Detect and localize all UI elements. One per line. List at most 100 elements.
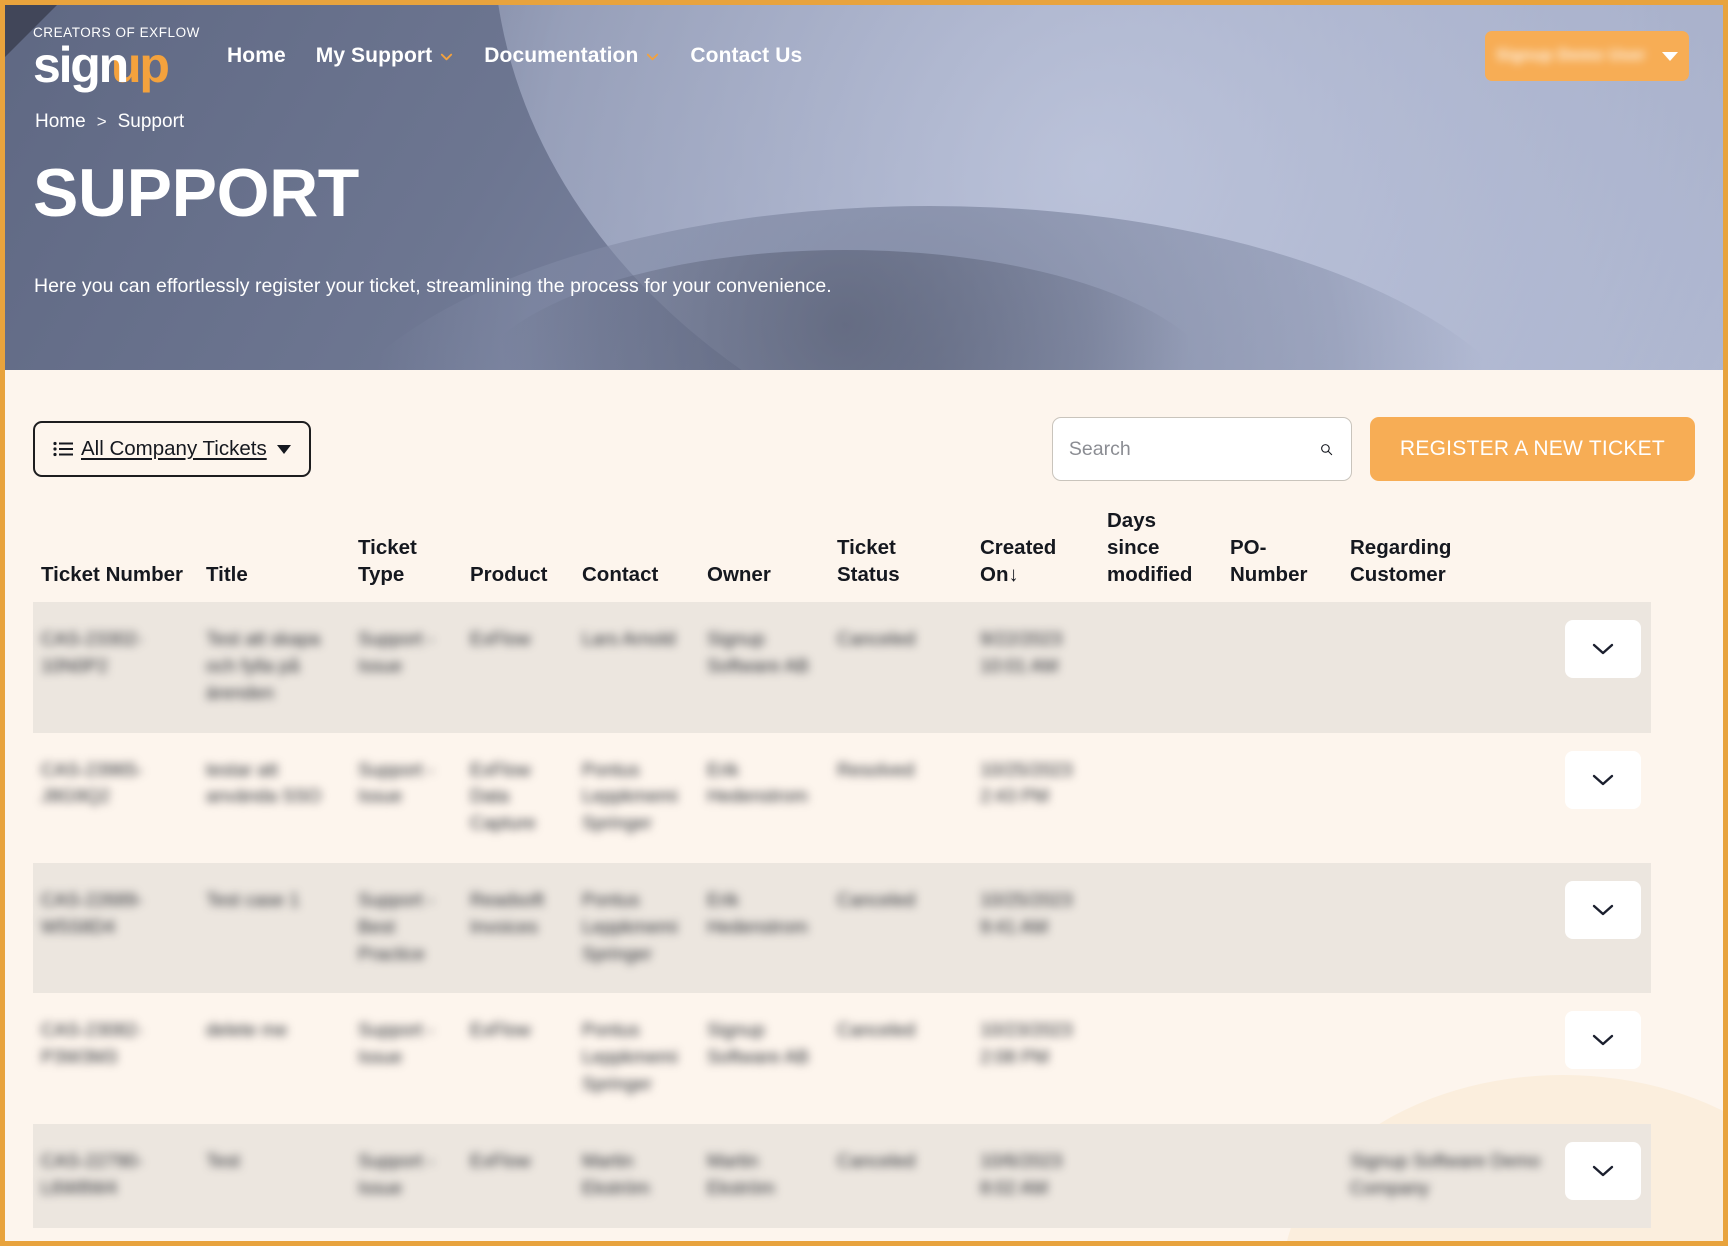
cell-po-number <box>1220 733 1340 863</box>
cell-title: Test <box>196 1124 348 1228</box>
cell-ticket-type: Support - Issue <box>348 1228 460 1246</box>
row-expand-button[interactable] <box>1565 881 1641 939</box>
brand-wordmark-sign: sign <box>33 37 127 93</box>
cell-regarding-customer <box>1340 993 1555 1123</box>
table-row[interactable]: CAS-22689-W5S8D4Test case 1Support - Bes… <box>33 863 1651 993</box>
cell-owner: Erik Hedenstrom <box>697 733 827 863</box>
search-box[interactable] <box>1052 417 1352 481</box>
top-navigation-bar: CREATORS OF EXFLOW signup Home My Suppor… <box>5 5 1723 107</box>
table-row[interactable]: CAS-23302-10N0P2Test att skapa och fylla… <box>33 602 1651 732</box>
page-subtitle: Here you can effortlessly register your … <box>5 227 1723 298</box>
cell-days-since-modified <box>1097 733 1220 863</box>
cell-created-on: 10/6/2023 8:02 AM <box>970 1124 1097 1228</box>
col-contact[interactable]: Contact <box>572 507 697 602</box>
page-content: All Company Tickets REGISTER A NEW TICKE… <box>5 370 1723 1245</box>
cell-regarding-customer <box>1340 733 1555 863</box>
cell-ticket-number: CAS-23965-J8G9Q2 <box>33 733 196 863</box>
row-expand-button[interactable] <box>1565 620 1641 678</box>
nav-item-contact-us-label: Contact Us <box>690 44 802 68</box>
brand-logo[interactable]: CREATORS OF EXFLOW signup <box>33 22 219 90</box>
brand-wordmark: signup <box>33 42 168 90</box>
nav-item-home[interactable]: Home <box>227 44 286 68</box>
cell-ticket-status: Canceled <box>827 1228 970 1246</box>
cell-product: ExFlow <box>460 1124 572 1228</box>
cell-ticket-type: Support - Best Practice <box>348 863 460 993</box>
table-row[interactable]: CAS-22790-L6W8W4TestSupport - IssueExFlo… <box>33 1124 1651 1228</box>
sort-descending-icon: ↓ <box>1008 563 1018 586</box>
col-ticket-type[interactable]: Ticket Type <box>348 507 460 602</box>
col-product[interactable]: Product <box>460 507 572 602</box>
search-icon[interactable] <box>1320 438 1333 461</box>
nav-item-documentation[interactable]: Documentation <box>484 44 660 68</box>
row-expand-button[interactable] <box>1565 1011 1641 1069</box>
col-owner[interactable]: Owner <box>697 507 827 602</box>
toolbar-right-group: REGISTER A NEW TICKET <box>1052 417 1695 481</box>
breadcrumb: Home > Support <box>5 107 1723 133</box>
cell-actions <box>1555 1228 1651 1246</box>
cell-title: delete me <box>196 993 348 1123</box>
table-row[interactable]: CAS-23965-J8G9Q2testar att använda SSOSu… <box>33 733 1651 863</box>
list-view-icon <box>53 441 73 457</box>
tickets-table: Ticket Number Title Ticket Type Product … <box>33 507 1651 1246</box>
cell-created-on: 10/25/2023 9:41 AM <box>970 863 1097 993</box>
browser-screenshot-frame: CREATORS OF EXFLOW signup Home My Suppor… <box>0 0 1728 1246</box>
search-input[interactable] <box>1069 438 1320 461</box>
cell-ticket-number: CAS-22790-L6W8W4 <box>33 1124 196 1228</box>
cell-contact: Lars Arnold <box>572 602 697 732</box>
user-account-button[interactable]: Signup Demo User <box>1485 31 1689 81</box>
cell-ticket-status: Canceled <box>827 863 970 993</box>
chevron-down-icon <box>1591 773 1615 787</box>
cell-ticket-status: Canceled <box>827 993 970 1123</box>
cell-regarding-customer <box>1340 602 1555 732</box>
cell-title: Test case 1 <box>196 863 348 993</box>
chevron-down-icon <box>1662 52 1678 61</box>
col-days-since-modified[interactable]: Days since modified <box>1097 507 1220 602</box>
cell-actions <box>1555 993 1651 1123</box>
cell-owner: Signup Software AB <box>697 1228 827 1246</box>
col-ticket-number[interactable]: Ticket Number <box>33 507 196 602</box>
row-expand-button[interactable] <box>1565 751 1641 809</box>
cell-owner: Signup Software AB <box>697 602 827 732</box>
chevron-down-icon <box>1591 642 1615 656</box>
cell-product: Readsoft Invoices <box>460 863 572 993</box>
breadcrumb-separator-icon: > <box>97 112 107 132</box>
nav-item-my-support[interactable]: My Support <box>316 44 455 68</box>
nav-item-contact-us[interactable]: Contact Us <box>690 44 802 68</box>
register-new-ticket-button[interactable]: REGISTER A NEW TICKET <box>1370 417 1695 481</box>
col-ticket-status[interactable]: Ticket Status <box>827 507 970 602</box>
col-po-number[interactable]: PO-Number <box>1220 507 1340 602</box>
cell-ticket-number: CAS-23302-10N0P2 <box>33 602 196 732</box>
col-regarding-customer[interactable]: Regarding Customer <box>1340 507 1555 602</box>
cell-actions <box>1555 863 1651 993</box>
cell-contact: Pontus Leppkmemi Springer <box>572 993 697 1123</box>
cell-contact: Martin Ekström <box>572 1124 697 1228</box>
col-actions <box>1555 507 1651 602</box>
cell-created-on: 10/25/2023 2:43 PM <box>970 733 1097 863</box>
cell-ticket-status: Resolved <box>827 733 970 863</box>
cell-ticket-type: Support - Issue <box>348 993 460 1123</box>
view-filter-dropdown[interactable]: All Company Tickets <box>33 421 311 477</box>
table-row[interactable]: CAS-23082-P3W3M3delete meSupport - Issue… <box>33 993 1651 1123</box>
cell-product: ExFlow <box>460 602 572 732</box>
cell-actions <box>1555 602 1651 732</box>
cell-title: testar att använda SSO <box>196 733 348 863</box>
tickets-table-body: CAS-23302-10N0P2Test att skapa och fylla… <box>33 602 1651 1246</box>
col-created-on[interactable]: Created On↓ <box>970 507 1097 602</box>
cell-ticket-type: Support - Issue <box>348 602 460 732</box>
nav-links: Home My Support Documentation Contact Us <box>227 44 802 68</box>
cell-po-number <box>1220 863 1340 993</box>
col-title[interactable]: Title <box>196 507 348 602</box>
breadcrumb-home[interactable]: Home <box>35 111 86 133</box>
cell-days-since-modified <box>1097 1228 1220 1246</box>
cell-ticket-status: Canceled <box>827 602 970 732</box>
cell-title: Test att skapa och fylla på ärenden <box>196 602 348 732</box>
table-row[interactable]: CAS-22628-F3F9Q2testSupport - IssueExFlo… <box>33 1228 1651 1246</box>
cell-ticket-type: Support - Issue <box>348 733 460 863</box>
cell-po-number <box>1220 1228 1340 1246</box>
nav-item-documentation-label: Documentation <box>484 44 638 68</box>
row-expand-button[interactable] <box>1565 1142 1641 1200</box>
table-header-row: Ticket Number Title Ticket Type Product … <box>33 507 1651 602</box>
page-title: SUPPORT <box>5 133 1723 227</box>
tickets-toolbar: All Company Tickets REGISTER A NEW TICKE… <box>33 370 1695 481</box>
cell-ticket-number: CAS-23082-P3W3M3 <box>33 993 196 1123</box>
